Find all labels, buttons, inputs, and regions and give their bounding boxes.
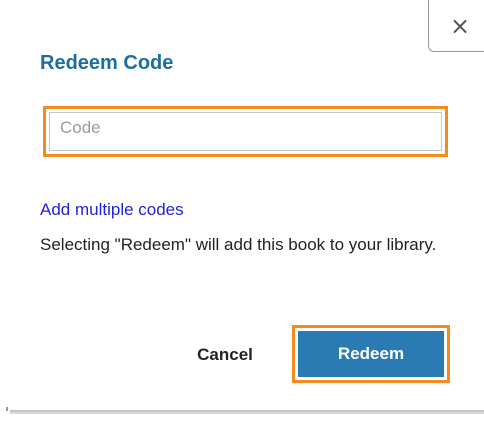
code-input-highlight [43,106,448,157]
code-input[interactable] [52,114,448,142]
dialog-title: Redeem Code [40,52,174,74]
redeem-button[interactable]: Redeem [298,331,444,377]
redeem-code-dialog: × Redeem Code Add multiple codes Selecti… [0,0,484,423]
redeem-info-text: Selecting "Redeem" will add this book to… [40,235,437,254]
corner-mark [6,407,8,411]
dialog-bottom-shadow [10,410,484,414]
add-multiple-codes-link[interactable]: Add multiple codes [40,199,184,221]
close-icon[interactable]: × [448,14,472,38]
cancel-button[interactable]: Cancel [175,340,275,370]
